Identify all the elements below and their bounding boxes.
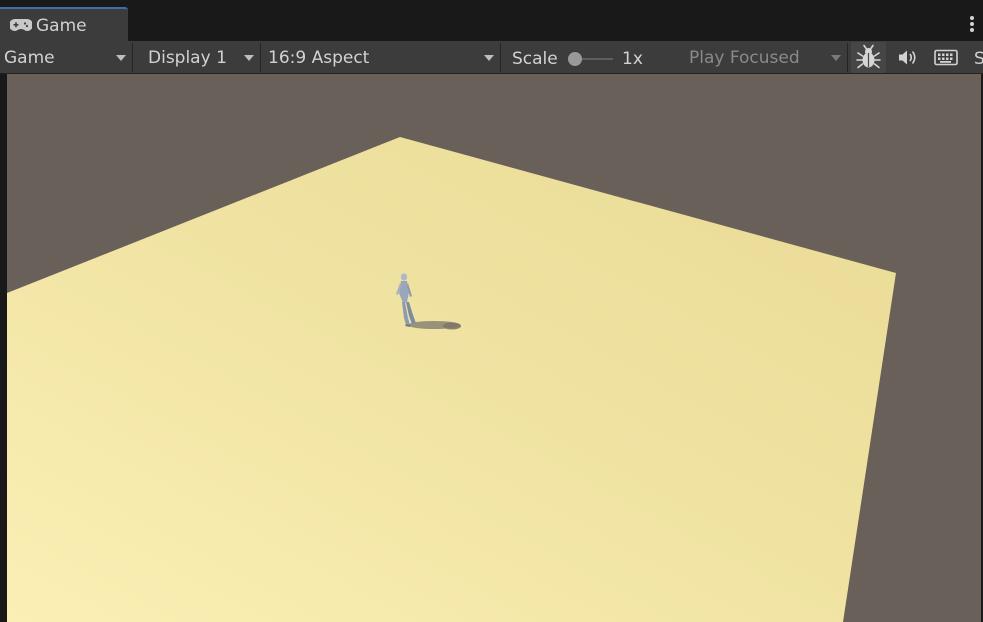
- panel-border-left: [0, 74, 7, 622]
- scale-control: Scale 1x: [503, 43, 683, 72]
- view-mode-dropdown[interactable]: Game: [0, 43, 133, 72]
- gamepad-icon: [10, 19, 32, 31]
- tab-game[interactable]: Game: [0, 7, 128, 41]
- chevron-down-icon: [831, 55, 841, 61]
- bug-icon: [856, 44, 881, 69]
- view-mode-label: Game: [4, 48, 55, 68]
- keyboard-icon: [934, 49, 958, 66]
- scale-label: Scale: [512, 49, 558, 69]
- more-options-icon[interactable]: [970, 16, 974, 32]
- debug-button[interactable]: [851, 42, 886, 73]
- scale-slider-thumb[interactable]: [568, 52, 582, 66]
- scene-render: [7, 137, 896, 622]
- aspect-label: 16:9 Aspect: [268, 48, 370, 68]
- scale-value: 1x: [622, 49, 643, 69]
- display-label: Display 1: [148, 48, 227, 68]
- aspect-dropdown[interactable]: 16:9 Aspect: [263, 43, 501, 72]
- mute-audio-button[interactable]: [890, 42, 925, 73]
- display-dropdown[interactable]: Display 1: [143, 43, 261, 72]
- game-viewport[interactable]: [7, 74, 981, 622]
- stats-button[interactable]: S: [974, 49, 983, 69]
- play-mode-dropdown[interactable]: Play Focused: [684, 43, 848, 72]
- chevron-down-icon: [244, 55, 254, 61]
- chevron-down-icon: [116, 55, 126, 61]
- tab-label: Game: [36, 16, 87, 36]
- game-toolbar: Game Display 1 16:9 Aspect Scale 1x Play…: [0, 41, 983, 74]
- audio-icon: [899, 50, 916, 65]
- tab-bar: Game: [0, 0, 983, 41]
- ground-plane: [7, 137, 896, 622]
- keyboard-shortcuts-button[interactable]: [928, 42, 963, 73]
- chevron-down-icon: [484, 55, 494, 61]
- play-mode-label: Play Focused: [689, 48, 800, 68]
